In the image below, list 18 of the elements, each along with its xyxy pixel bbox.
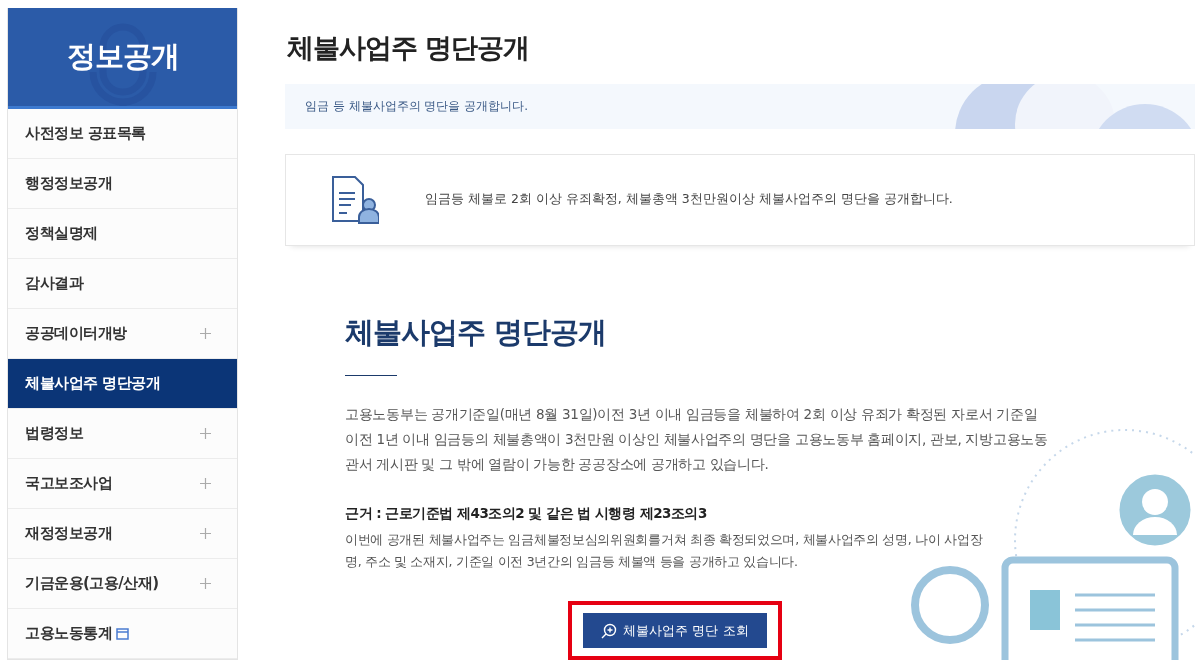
page-title: 체불사업주 명단공개 [287, 31, 531, 65]
legal-basis-text: 이번에 공개된 체불사업주는 임금체불정보심의위원회를거쳐 최종 확정되었으며, 체불사업주의 성명, 나이 사업장명, 주소 및 소재지, 기준일 이전 3년간의 임금등 체불액 등을 공개하고 있습니다. [345, 531, 984, 571]
banner-text: 임금 등 체불사업주의 명단을 공개합니다. [305, 97, 529, 115]
plus-icon [200, 428, 211, 439]
sidebar-title: 정보공개 [66, 38, 179, 75]
plus-icon [200, 328, 211, 339]
lookup-button[interactable]: 체불사업주 명단 조회 [583, 613, 767, 648]
section-heading: 체불사업주 명단공개 [345, 314, 608, 351]
plus-icon [200, 478, 211, 489]
notice-text: 임금등 체불로 2회 이상 유죄확정, 체불총액 3천만원이상 체불사업주의 명단을 공개합니다. [425, 191, 953, 209]
document-person-icon [331, 174, 379, 225]
sidebar-item[interactable]: 체불사업주 명단공개 [8, 359, 237, 409]
plus-icon [200, 578, 211, 589]
plus-icon [200, 528, 211, 539]
zoom-in-icon [601, 622, 618, 639]
description-paragraph: 고용노동부는 공개기준일(매년 8월 31일)이전 3년 이내 임금등을 체불하여 2회 이상 유죄가 확정된 자로서 기준일 이전 1년 이내 임금등의 체불총액이 3천만원 이상인 체불사업주의 명단을 고용노동부 홈페이지, 관보, 지방고용노동관서 게시판 및 그 밖에 열람이 가능한 공공장소에 공개하고 있습니다. [345, 405, 1049, 474]
legal-basis-title: 근거 : 근로기준법 제43조의2 및 같은 법 시행령 제23조의3 [345, 505, 708, 523]
new-window-icon [116, 627, 129, 640]
